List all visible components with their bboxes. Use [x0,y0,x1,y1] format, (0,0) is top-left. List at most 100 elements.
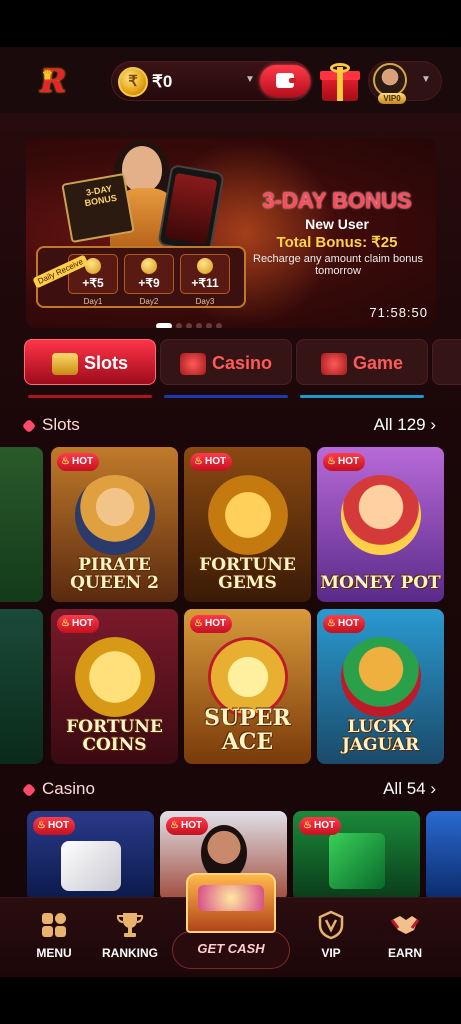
hot-badge: ♨ HOT [323,453,366,471]
tab-indicator [28,395,152,398]
casino-card-partial[interactable] [426,811,461,901]
game-card[interactable]: ♨ HOT FORTUNE COINS [51,609,178,764]
avatar[interactable] [373,63,407,97]
flame-icon: ♨ [327,456,336,467]
tab-slots[interactable]: Slots [24,339,156,385]
game-card[interactable]: ♨ HOT MONEY POT [317,447,444,602]
game-card[interactable]: ♨ HOT PIRATE QUEEN 2 [51,447,178,602]
tab-indicator [164,395,288,398]
carousel-dots[interactable] [156,316,226,328]
carousel-dot[interactable] [206,323,212,328]
flame-icon: ♨ [303,820,312,831]
nav-menu[interactable]: MENU [19,910,89,960]
vip-shield-icon [318,910,344,940]
wallet-button[interactable] [260,65,310,97]
game-title: FORTUNE COINS [66,717,163,755]
chevron-down-icon[interactable]: ▼ [421,74,431,85]
dice-icon [320,353,347,376]
get-cash-button[interactable]: GET CASH [172,873,290,969]
tab-game[interactable]: Game [296,339,428,385]
hot-badge: ♨ HOT [323,615,366,633]
day-label: Day3 [195,297,215,306]
daily-bonus-strip: +₹5 +₹9 +₹11 Day1 Day2 Day3 [36,246,246,308]
carousel-dot[interactable] [216,323,222,328]
balance-pill[interactable]: ₹ ₹0 ▼ [111,61,311,101]
category-tabs: Slots Casino Game [0,339,461,399]
carousel-dot[interactable] [196,323,202,328]
game-card-partial[interactable] [0,447,43,602]
carousel-dot[interactable] [156,323,172,328]
flame-icon: ♨ [170,820,179,831]
flame-icon: ♨ [61,618,70,629]
chevron-down-icon[interactable]: ▼ [245,74,255,85]
slots-section-header: Slots All 129 › [21,415,436,439]
game-art [74,637,155,717]
day-card: +₹9 [124,254,174,294]
balance-amount: ₹0 [152,72,173,91]
game-title: PIRATE QUEEN 2 [70,555,159,593]
main-screen: ♛ R ₹ ₹0 ▼ VIP0 ▼ 3-DAY BONUS +₹5 +₹9 +₹… [0,47,461,977]
nav-earn[interactable]: EARN [370,910,440,960]
rupee-coin-icon: ₹ [118,67,148,97]
flame-icon: ♨ [194,618,203,629]
handshake-icon [390,916,420,934]
coin-icon [197,258,213,274]
hot-badge: ♨ HOT [33,817,76,835]
day-label: Day2 [139,297,159,306]
game-card[interactable]: ♨ HOT LUCKY JAGUAR [317,609,444,764]
flame-icon: ♨ [61,456,70,467]
tab-more[interactable] [432,339,461,385]
flame-icon: ♨ [327,618,336,629]
brand-logo[interactable]: ♛ R [40,63,76,99]
game-art [207,475,288,555]
nav-vip[interactable]: VIP [296,910,366,960]
flame-icon: ♨ [194,456,203,467]
banner-title: 3-DAY BONUS [262,188,412,213]
casino-card[interactable]: ♨ HOT [27,811,154,901]
game-card[interactable]: ♨ HOT SUPER ACE [184,609,311,764]
crown-icon: ♛ [42,68,53,82]
casino-card[interactable]: ♨ HOT [293,811,420,901]
carousel-dot[interactable] [186,323,192,328]
section-title: Casino [42,779,95,798]
profile-button[interactable]: VIP0 ▼ [368,61,442,104]
coin-icon [85,258,101,274]
hot-badge: ♨ HOT [299,817,342,835]
diamond-icon [21,418,37,434]
dice-art [60,841,121,891]
banner-subtitle: New User [305,216,369,232]
top-bar: ♛ R ₹ ₹0 ▼ VIP0 ▼ [0,47,461,113]
game-art [340,475,421,555]
gift-icon[interactable] [320,63,360,103]
hot-badge: ♨ HOT [57,453,100,471]
treasure-chest-icon [186,873,276,933]
game-card[interactable]: ♨ HOT FORTUNE GEMS [184,447,311,602]
view-all-link[interactable]: All 129 › [374,415,436,435]
slots-777-icon [51,353,78,376]
tab-casino[interactable]: Casino [160,339,292,385]
flame-icon: ♨ [37,820,46,831]
hot-badge: ♨ HOT [190,615,233,633]
countdown-timer: 71:58:50 [369,305,428,320]
wallet-icon [276,73,296,88]
diamond-icon [21,782,37,798]
game-art [340,637,421,717]
trophy-icon [116,913,144,937]
section-title: Slots [42,415,80,434]
game-card-partial[interactable] [0,609,43,764]
game-title: FORTUNE GEMS [199,555,296,593]
app-root: ♛ R ₹ ₹0 ▼ VIP0 ▼ 3-DAY BONUS +₹5 +₹9 +₹… [0,0,461,1024]
carousel-dot[interactable] [176,323,182,328]
seven-art [328,833,385,889]
vip-level-badge: VIP0 [378,93,406,104]
banner-total-bonus: Total Bonus: ₹25 [276,234,398,251]
view-all-link[interactable]: All 54 › [383,779,436,799]
game-title: SUPER ACE [204,705,291,755]
bonus-suitcase-illustration: 3-DAY BONUS [61,172,135,244]
nav-ranking[interactable]: RANKING [95,910,165,960]
coin-icon [141,258,157,274]
hot-badge: ♨ HOT [166,817,209,835]
bonus-banner[interactable]: 3-DAY BONUS +₹5 +₹9 +₹11 Day1 Day2 Day3 … [26,138,436,328]
game-title: LUCKY JAGUAR [341,717,420,755]
casino-section-header: Casino All 54 › [21,779,436,803]
